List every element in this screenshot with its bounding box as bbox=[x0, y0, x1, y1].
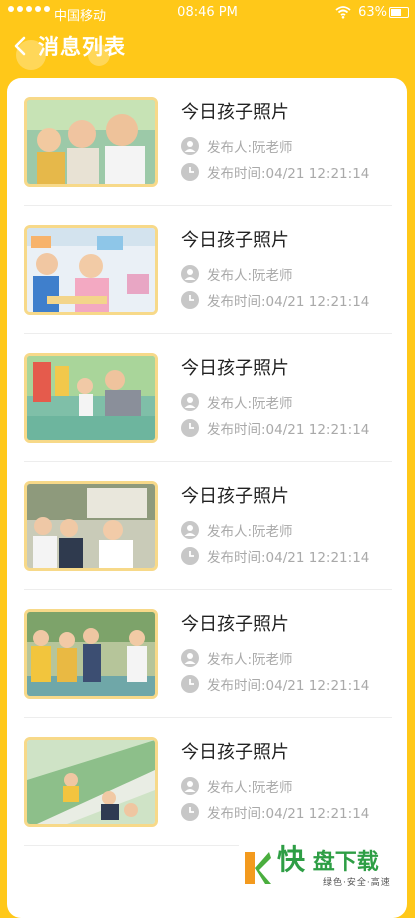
author-text: 发布人:阮老师 bbox=[207, 140, 293, 156]
battery-percent: 63% bbox=[358, 5, 387, 20]
list-item[interactable]: 今日孩子照片 发布人:阮老师 发布时间:04/21 12:21:14 bbox=[24, 334, 392, 462]
page-title: 消息列表 bbox=[38, 35, 126, 59]
status-bar: 中国移动 08:46 PM 63% bbox=[0, 0, 415, 26]
list-item[interactable]: 今日孩子照片 发布人:阮老师 发布时间:04/21 12:21:14 bbox=[24, 590, 392, 718]
clock-icon bbox=[181, 547, 199, 565]
time-text: 发布时间:04/21 12:21:14 bbox=[207, 678, 370, 694]
time-text: 发布时间:04/21 12:21:14 bbox=[207, 166, 370, 182]
list-item[interactable]: 今日孩子照片 发布人:阮老师 发布时间:04/21 12:21:14 bbox=[24, 206, 392, 334]
back-icon[interactable] bbox=[10, 33, 32, 59]
author-row: 发布人:阮老师 bbox=[181, 648, 293, 668]
clock-icon bbox=[181, 803, 199, 821]
message-title: 今日孩子照片 bbox=[181, 742, 289, 763]
list-item[interactable]: 今日孩子照片 发布人:阮老师 发布时间:04/21 12:21:14 bbox=[24, 462, 392, 590]
watermark-brand-rest: 盘下载 bbox=[312, 850, 379, 875]
user-icon bbox=[181, 777, 199, 795]
author-text: 发布人:阮老师 bbox=[207, 652, 293, 668]
author-row: 发布人:阮老师 bbox=[181, 136, 293, 156]
nav-bar: 消息列表 bbox=[0, 26, 415, 66]
user-icon bbox=[181, 393, 199, 411]
list-item[interactable]: 今日孩子照片 发布人:阮老师 发布时间:04/21 12:21:14 bbox=[24, 718, 392, 846]
message-title: 今日孩子照片 bbox=[181, 486, 289, 507]
user-icon bbox=[181, 649, 199, 667]
photo-thumbnail bbox=[24, 737, 158, 827]
user-icon bbox=[181, 521, 199, 539]
author-row: 发布人:阮老师 bbox=[181, 264, 293, 284]
wifi-icon bbox=[335, 6, 351, 19]
status-time: 08:46 PM bbox=[177, 5, 238, 20]
author-row: 发布人:阮老师 bbox=[181, 392, 293, 412]
time-text: 发布时间:04/21 12:21:14 bbox=[207, 294, 370, 310]
photo-thumbnail bbox=[24, 609, 158, 699]
time-text: 发布时间:04/21 12:21:14 bbox=[207, 550, 370, 566]
message-list: 今日孩子照片 发布人:阮老师 发布时间:04/21 12:21:14 今日孩子照… bbox=[7, 78, 407, 846]
author-row: 发布人:阮老师 bbox=[181, 776, 293, 796]
message-title: 今日孩子照片 bbox=[181, 230, 289, 251]
watermark-tagline: 绿色·安全·高速 bbox=[323, 878, 391, 888]
clock-icon bbox=[181, 675, 199, 693]
watermark-brand-first: 快 bbox=[277, 843, 306, 876]
author-text: 发布人:阮老师 bbox=[207, 524, 293, 540]
time-row: 发布时间:04/21 12:21:14 bbox=[181, 546, 369, 566]
time-row: 发布时间:04/21 12:21:14 bbox=[181, 802, 369, 822]
battery-icon bbox=[389, 7, 409, 18]
author-text: 发布人:阮老师 bbox=[207, 780, 293, 796]
user-icon bbox=[181, 137, 199, 155]
time-row: 发布时间:04/21 12:21:14 bbox=[181, 674, 369, 694]
photo-thumbnail bbox=[24, 353, 158, 443]
watermark: 快 盘下载 绿色·安全·高速 bbox=[239, 844, 407, 892]
time-text: 发布时间:04/21 12:21:14 bbox=[207, 422, 370, 438]
message-list-card: 今日孩子照片 发布人:阮老师 发布时间:04/21 12:21:14 今日孩子照… bbox=[7, 78, 407, 918]
time-row: 发布时间:04/21 12:21:14 bbox=[181, 290, 369, 310]
time-row: 发布时间:04/21 12:21:14 bbox=[181, 418, 369, 438]
clock-icon bbox=[181, 419, 199, 437]
photo-thumbnail bbox=[24, 225, 158, 315]
message-title: 今日孩子照片 bbox=[181, 102, 289, 123]
user-icon bbox=[181, 265, 199, 283]
brand-logo-icon bbox=[245, 852, 271, 884]
message-title: 今日孩子照片 bbox=[181, 614, 289, 635]
author-text: 发布人:阮老师 bbox=[207, 268, 293, 284]
clock-icon bbox=[181, 291, 199, 309]
author-text: 发布人:阮老师 bbox=[207, 396, 293, 412]
message-title: 今日孩子照片 bbox=[181, 358, 289, 379]
time-row: 发布时间:04/21 12:21:14 bbox=[181, 162, 369, 182]
clock-icon bbox=[181, 163, 199, 181]
photo-thumbnail bbox=[24, 97, 158, 187]
photo-thumbnail bbox=[24, 481, 158, 571]
list-item[interactable]: 今日孩子照片 发布人:阮老师 发布时间:04/21 12:21:14 bbox=[24, 78, 392, 206]
author-row: 发布人:阮老师 bbox=[181, 520, 293, 540]
time-text: 发布时间:04/21 12:21:14 bbox=[207, 806, 370, 822]
